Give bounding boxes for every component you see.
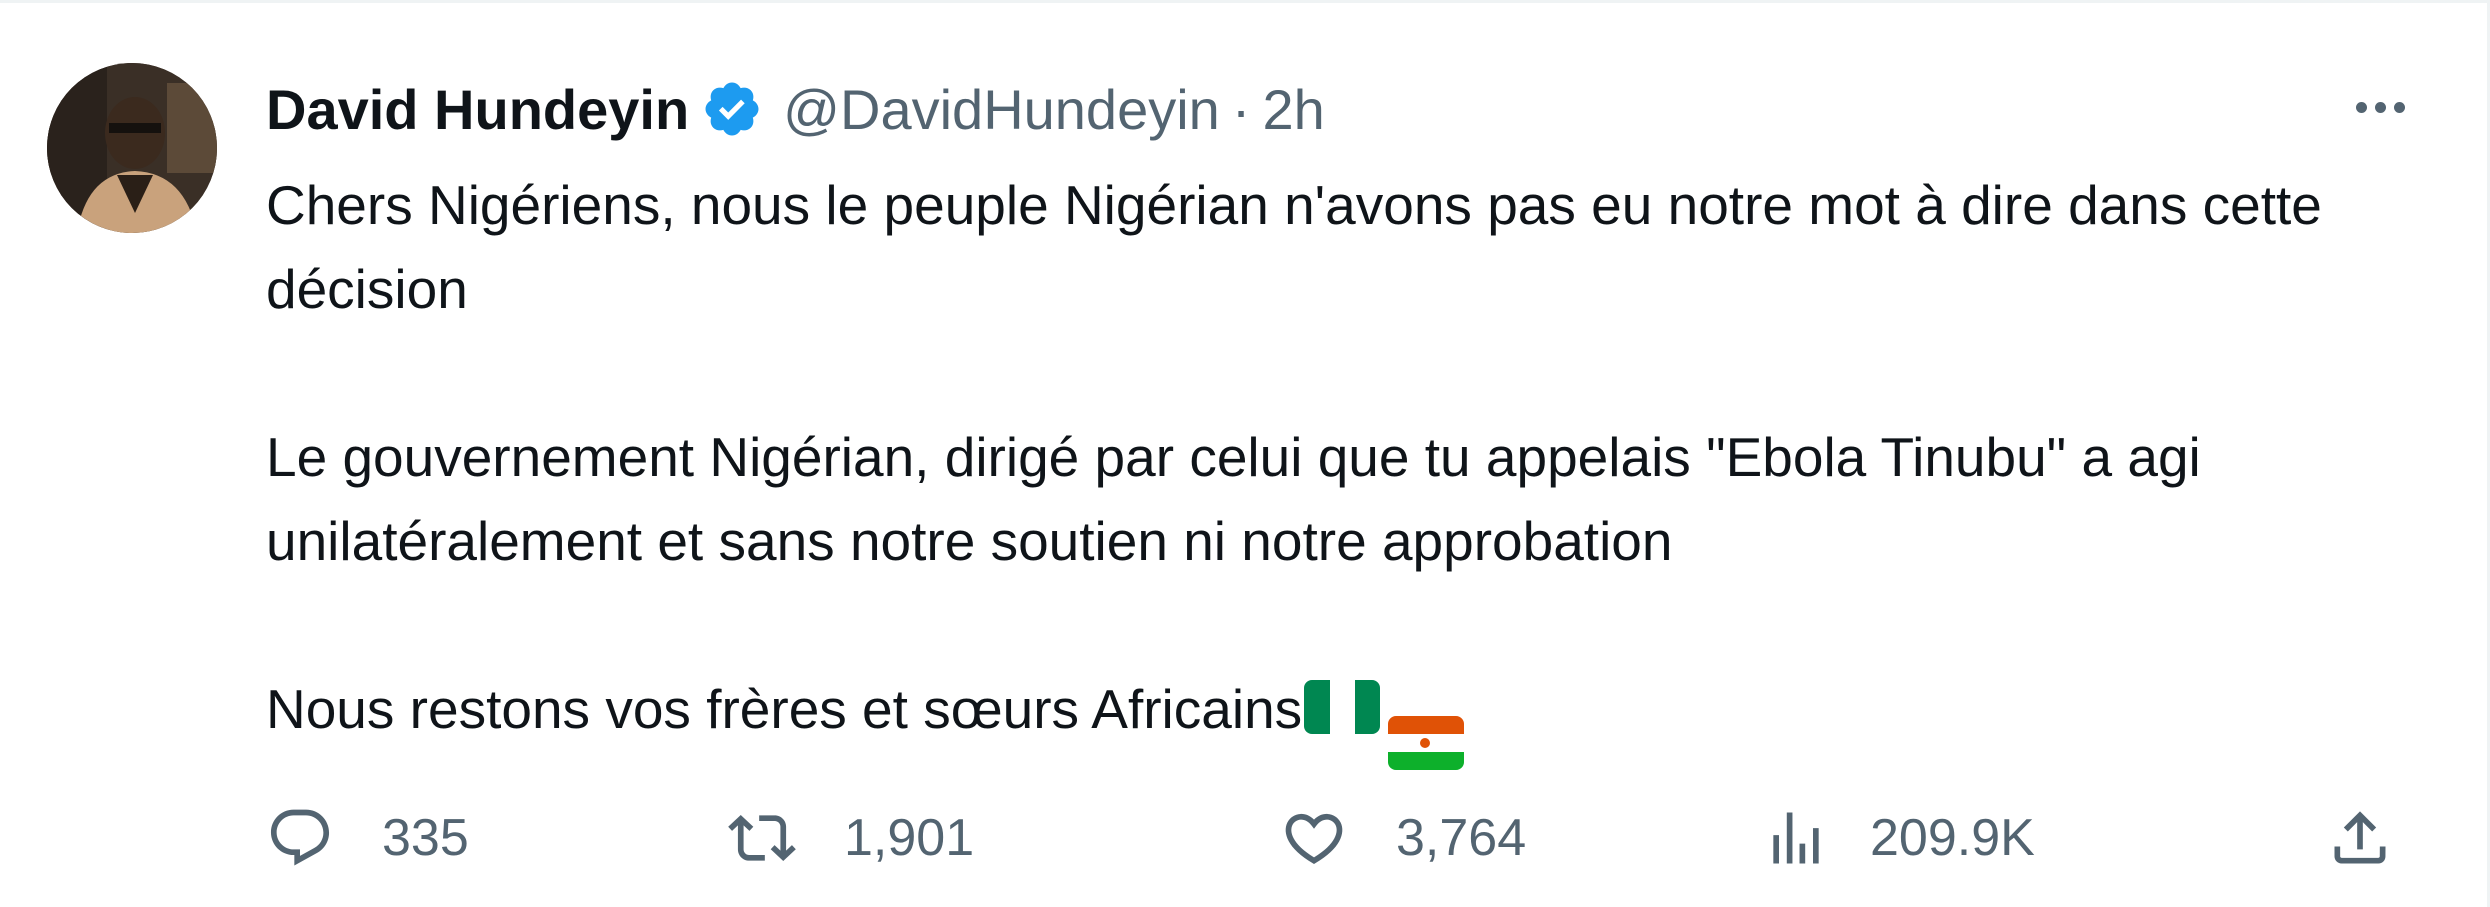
nigeria-flag-icon: [1304, 680, 1381, 734]
retweet-button[interactable]: 1,901: [728, 793, 974, 883]
tweet-paragraph-text: Nous restons vos frères et sœurs Africai…: [266, 678, 1303, 740]
tweet-paragraph-last: Nous restons vos frères et sœurs Africai…: [266, 667, 2426, 770]
reply-count: 335: [382, 809, 469, 867]
tweet-actions: 335 1,901 3,764 209.9K: [266, 793, 2406, 883]
more-options-icon[interactable]: [2340, 75, 2420, 139]
author-handle[interactable]: @DavidHundeyin: [783, 77, 1220, 142]
like-button[interactable]: 3,764: [1280, 793, 1526, 883]
verified-badge-icon[interactable]: [701, 78, 763, 140]
tweet-timestamp[interactable]: 2h: [1262, 77, 1324, 142]
tweet-paragraph: Le gouvernement Nigérian, dirigé par cel…: [266, 426, 2201, 572]
share-button[interactable]: [2326, 793, 2394, 883]
tweet-card[interactable]: David Hundeyin @DavidHundeyin · 2h Chers…: [0, 0, 2490, 907]
avatar-photo: [47, 63, 217, 233]
tweet-text: Chers Nigériens, nous le peuple Nigérian…: [266, 163, 2426, 770]
reply-button[interactable]: 335: [266, 793, 469, 883]
avatar[interactable]: [47, 63, 217, 233]
reply-icon: [270, 809, 330, 866]
heart-icon: [1285, 813, 1343, 864]
author-name[interactable]: David Hundeyin: [266, 77, 689, 142]
separator-dot: ·: [1231, 77, 1251, 141]
niger-flag-icon: [1388, 716, 1465, 770]
retweet-icon: [728, 814, 796, 862]
views-button[interactable]: 209.9K: [1762, 793, 2035, 883]
tweet-header: David Hundeyin @DavidHundeyin · 2h: [266, 71, 1325, 147]
retweet-count: 1,901: [844, 809, 975, 867]
like-count: 3,764: [1396, 809, 1527, 867]
tweet-paragraph: Chers Nigériens, nous le peuple Nigérian…: [266, 174, 2322, 320]
views-icon: [1773, 812, 1819, 864]
views-count: 209.9K: [1870, 809, 2035, 867]
share-icon: [2334, 811, 2386, 864]
